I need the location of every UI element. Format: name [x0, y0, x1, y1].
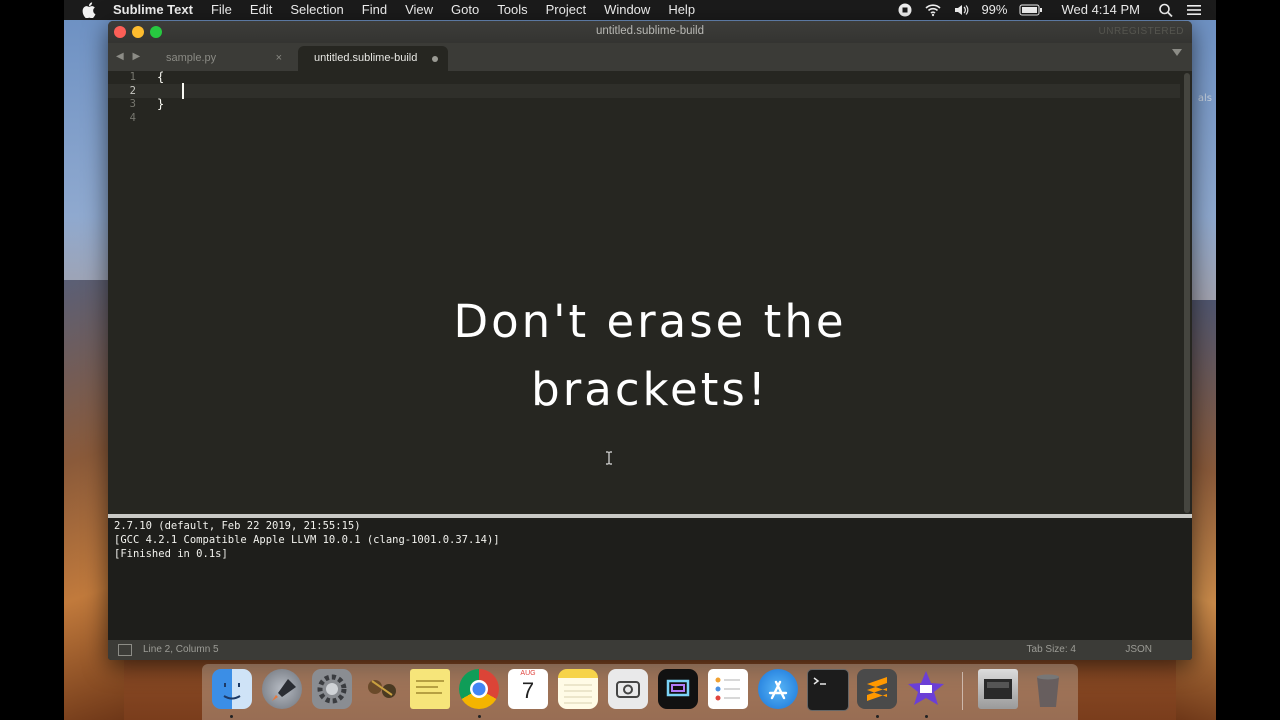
menu-help[interactable]: Help	[659, 0, 704, 20]
running-indicator	[230, 715, 233, 718]
toggle-panel-icon[interactable]	[118, 644, 132, 656]
code-editor[interactable]: 1 2 3 4 { } Don't erase the brackets!	[108, 70, 1180, 514]
window-title: untitled.sublime-build	[595, 25, 705, 37]
syntax-selector[interactable]: JSON	[1125, 644, 1152, 655]
line-number: 4	[129, 112, 136, 124]
tab-close-icon[interactable]: ×	[276, 46, 282, 71]
status-bar: Line 2, Column 5 Tab Size: 4 JSON	[108, 640, 1192, 660]
apple-icon[interactable]	[82, 2, 96, 18]
calendar-day: 7	[521, 678, 535, 703]
menu-view[interactable]: View	[396, 0, 442, 20]
tab-dropdown-icon[interactable]	[1172, 49, 1182, 56]
downloads-stack-icon[interactable]	[978, 669, 1018, 709]
tab-size-selector[interactable]: Tab Size: 4	[1027, 644, 1076, 655]
calendar-icon[interactable]: AUG 7	[508, 669, 548, 709]
dock-separator	[962, 672, 963, 710]
menu-file[interactable]: File	[202, 0, 241, 20]
screenshot-icon[interactable]	[608, 669, 648, 709]
wifi-icon[interactable]	[925, 3, 941, 17]
unregistered-label: UNREGISTERED	[1098, 26, 1184, 37]
sublime-window: untitled.sublime-build UNREGISTERED ◀ ▶ …	[108, 21, 1192, 660]
running-indicator	[925, 715, 928, 718]
dock: AUG 7	[202, 664, 1078, 720]
overlay-caption-line1: Don't erase the	[453, 295, 847, 348]
line-number: 2	[129, 85, 136, 97]
screen-recorder-icon[interactable]	[658, 669, 698, 709]
menu-app-name[interactable]: Sublime Text	[98, 0, 202, 20]
chrome-icon[interactable]	[459, 669, 499, 709]
screen-record-icon[interactable]	[897, 3, 913, 17]
menu-window[interactable]: Window	[595, 0, 659, 20]
menu-clock[interactable]: Wed 4:14 PM	[1055, 0, 1146, 20]
unsaved-dot-icon[interactable]	[432, 56, 438, 62]
contacts-icon[interactable]	[362, 669, 402, 709]
build-output-panel[interactable]: 2.7.10 (default, Feb 22 2019, 21:55:15) …	[108, 514, 1192, 640]
current-line-highlight	[108, 84, 1180, 98]
menu-find[interactable]: Find	[353, 0, 396, 20]
trash-icon[interactable]	[1028, 669, 1068, 709]
running-indicator	[876, 715, 879, 718]
imovie-icon[interactable]	[906, 669, 946, 709]
calendar-month: AUG	[520, 670, 536, 677]
text-cursor	[182, 83, 184, 99]
tab-nav-arrows-icon[interactable]: ◀ ▶	[116, 51, 143, 62]
menu-goto[interactable]: Goto	[442, 0, 488, 20]
menu-tools[interactable]: Tools	[488, 0, 536, 20]
window-titlebar[interactable]: untitled.sublime-build UNREGISTERED	[108, 21, 1192, 43]
tab-sample-py[interactable]: sample.py ×	[150, 46, 290, 71]
notes-icon[interactable]	[558, 669, 598, 709]
reminders-icon[interactable]	[708, 669, 748, 709]
tab-bar: ◀ ▶ sample.py × untitled.sublime-build	[108, 43, 1192, 71]
battery-percent: 99%	[981, 2, 1008, 17]
app-store-icon[interactable]	[758, 669, 798, 709]
ibeam-cursor-icon	[606, 451, 612, 465]
notification-center-icon[interactable]	[1186, 3, 1202, 17]
tab-label: sample.py	[166, 52, 217, 64]
cursor-position: Line 2, Column 5	[143, 644, 219, 655]
finder-icon[interactable]	[212, 669, 252, 709]
tab-label: untitled.sublime-build	[314, 52, 418, 64]
sublime-text-icon[interactable]	[857, 669, 897, 709]
menu-selection[interactable]: Selection	[281, 0, 352, 20]
line-number: 3	[129, 98, 136, 110]
battery-icon[interactable]	[1019, 3, 1043, 17]
launchpad-icon[interactable]	[262, 669, 302, 709]
running-indicator	[478, 715, 481, 718]
stickies-icon[interactable]	[410, 669, 450, 709]
code-line[interactable]: {	[157, 70, 164, 84]
output-line: 2.7.10 (default, Feb 22 2019, 21:55:15)	[114, 520, 361, 532]
system-preferences-icon[interactable]	[312, 669, 352, 709]
terminal-icon[interactable]	[807, 669, 849, 711]
output-line: [Finished in 0.1s]	[114, 548, 228, 560]
spotlight-search-icon[interactable]	[1158, 3, 1174, 17]
menu-bar: Sublime Text File Edit Selection Find Vi…	[64, 0, 1216, 20]
menu-project[interactable]: Project	[537, 0, 595, 20]
volume-icon[interactable]	[953, 3, 969, 17]
editor-scrollbar[interactable]	[1184, 73, 1190, 513]
tab-untitled-sublime-build[interactable]: untitled.sublime-build	[298, 46, 448, 71]
menu-edit[interactable]: Edit	[241, 0, 281, 20]
overlay-caption-line2: brackets!	[531, 363, 769, 416]
desktop-label-fragment: als	[1197, 93, 1212, 104]
output-line: [GCC 4.2.1 Compatible Apple LLVM 10.0.1 …	[114, 534, 500, 546]
code-line[interactable]: }	[157, 97, 164, 111]
line-number: 1	[129, 71, 136, 83]
